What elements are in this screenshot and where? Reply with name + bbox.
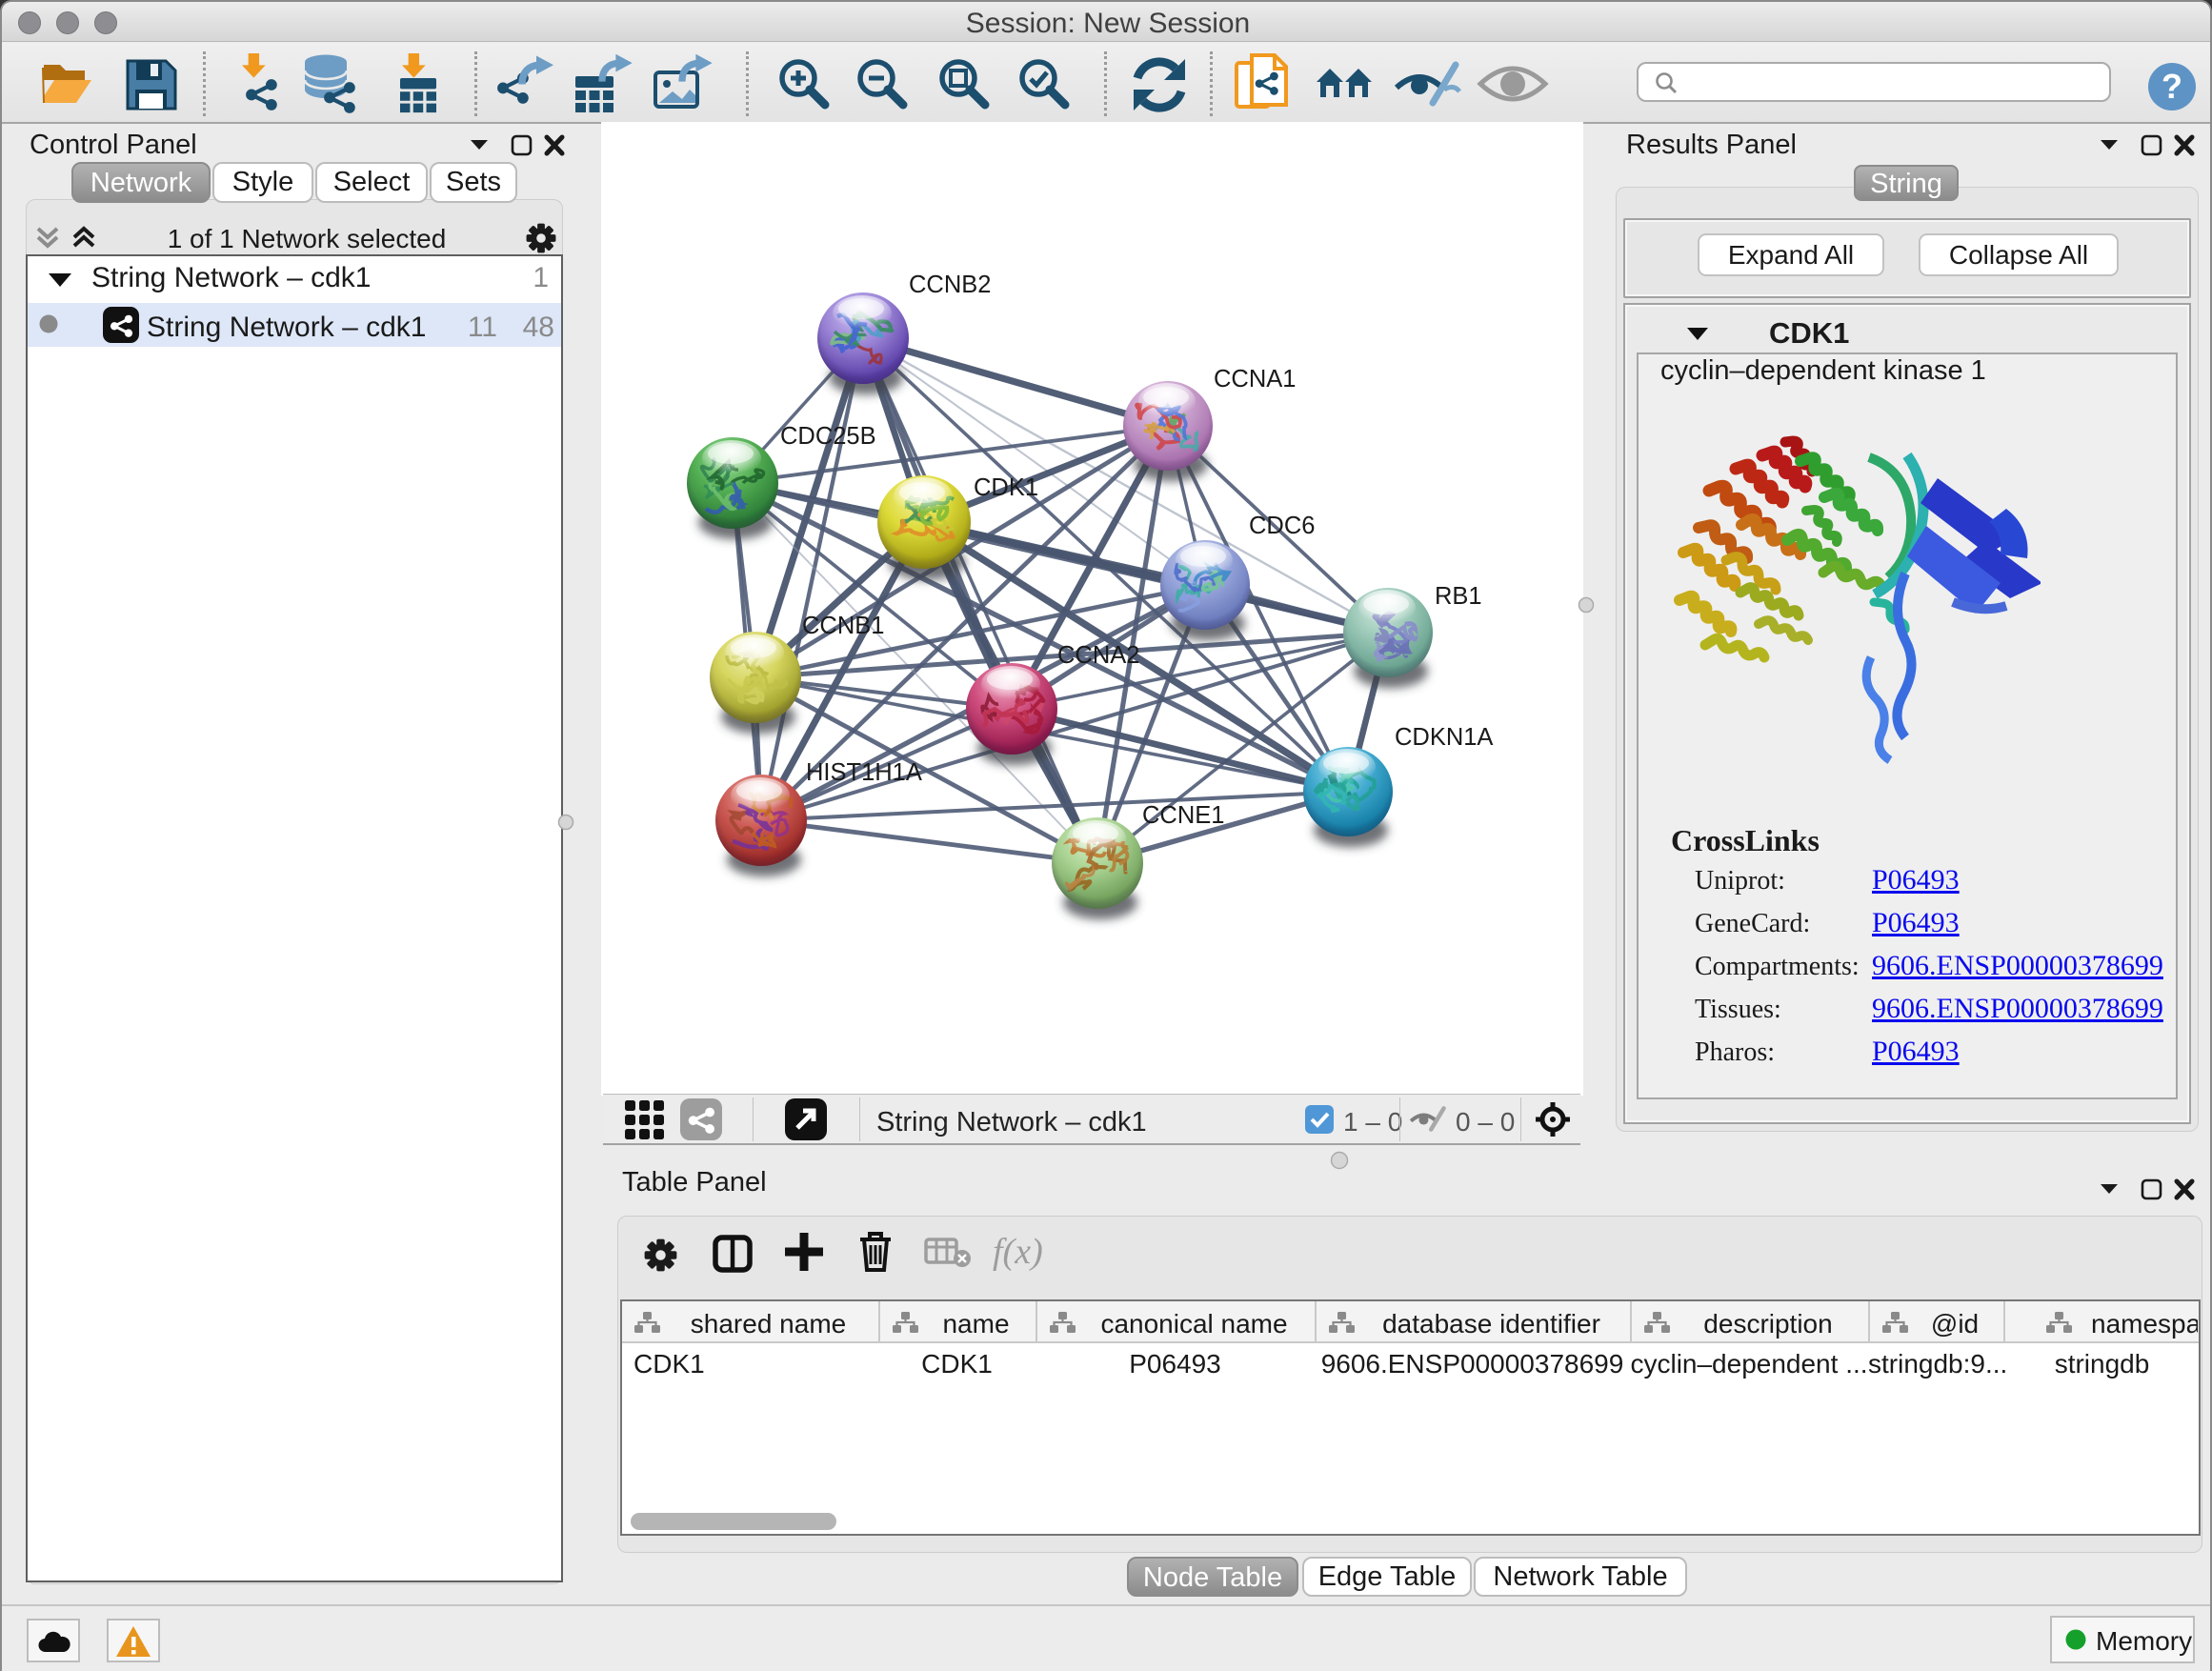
svg-text:CCNA2: CCNA2 xyxy=(1057,642,1139,669)
svg-text:CDKN1A: CDKN1A xyxy=(1395,724,1493,751)
svg-text:CCNA1: CCNA1 xyxy=(1214,366,1296,393)
svg-text:CCNB2: CCNB2 xyxy=(909,272,991,298)
svg-text:CDC6: CDC6 xyxy=(1249,513,1315,539)
svg-text:CDK1: CDK1 xyxy=(974,474,1038,501)
svg-text:RB1: RB1 xyxy=(1435,583,1482,610)
svg-text:CCNB1: CCNB1 xyxy=(802,613,884,639)
svg-text:CDC25B: CDC25B xyxy=(780,423,876,450)
svg-text:CCNE1: CCNE1 xyxy=(1142,802,1224,829)
svg-text:HIST1H1A: HIST1H1A xyxy=(806,759,922,786)
